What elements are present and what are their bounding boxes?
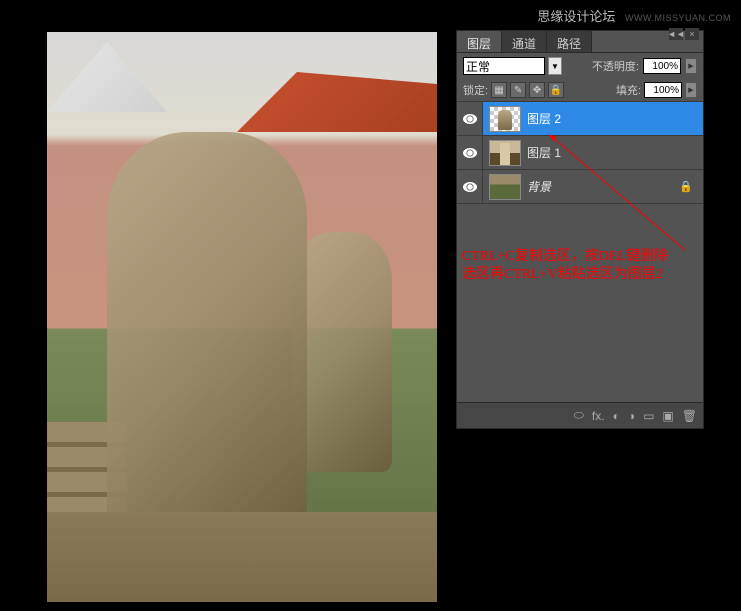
blend-mode-arrow-icon[interactable]: ▼ bbox=[548, 57, 562, 75]
fill-label: 填充: bbox=[616, 82, 641, 98]
visibility-toggle[interactable] bbox=[457, 136, 483, 169]
adjustment-layer-icon[interactable]: ◑ bbox=[628, 409, 635, 423]
fill-input[interactable] bbox=[644, 82, 682, 98]
link-layers-icon[interactable]: ⬭ bbox=[574, 408, 584, 423]
lock-all-icon[interactable]: 🔒 bbox=[548, 82, 564, 98]
lock-position-icon[interactable]: ✥ bbox=[529, 82, 545, 98]
lock-transparent-icon[interactable]: ▦ bbox=[491, 82, 507, 98]
eye-icon bbox=[463, 148, 477, 158]
scene-statue-front bbox=[107, 132, 307, 562]
fill-arrow-icon[interactable]: ▶ bbox=[685, 82, 697, 98]
layer-row[interactable]: 背景 🔒 bbox=[457, 170, 703, 204]
eye-icon bbox=[463, 114, 477, 124]
opacity-input[interactable] bbox=[643, 58, 681, 74]
annotation-line1: CTRL+C复制选区，按DEL键删除 bbox=[462, 248, 702, 266]
layer-group-icon[interactable]: ▭ bbox=[643, 409, 654, 423]
panel-blend-row: 正常 ▼ 不透明度: ▶ bbox=[457, 53, 703, 79]
scene-ground bbox=[47, 512, 437, 602]
layer-row[interactable]: 图层 1 bbox=[457, 136, 703, 170]
panel-controls: ◄◄ × bbox=[669, 28, 699, 40]
delete-layer-icon[interactable]: 🗑 bbox=[682, 409, 697, 423]
layer-fx-icon[interactable]: fx. bbox=[592, 409, 605, 423]
visibility-toggle[interactable] bbox=[457, 170, 483, 203]
layer-name[interactable]: 图层 2 bbox=[527, 110, 561, 127]
layer-name[interactable]: 背景 bbox=[527, 178, 551, 195]
panel-footer: ⬭ fx. ◐ ◑ ▭ ▣ 🗑 bbox=[457, 402, 703, 428]
layer-mask-icon[interactable]: ◐ bbox=[613, 409, 620, 423]
layers-panel: ◄◄ × 图层 通道 路径 正常 ▼ 不透明度: ▶ 锁定: ▦ ✎ ✥ 🔒 填… bbox=[456, 30, 704, 429]
tab-layers[interactable]: 图层 bbox=[457, 31, 502, 52]
lock-pixels-icon[interactable]: ✎ bbox=[510, 82, 526, 98]
annotation-line2: 选区再CTRL+V粘贴选区为图层2 bbox=[462, 266, 702, 284]
panel-collapse-icon[interactable]: ◄◄ bbox=[669, 28, 683, 40]
layer-name[interactable]: 图层 1 bbox=[527, 144, 561, 161]
tab-channels[interactable]: 通道 bbox=[502, 31, 547, 52]
opacity-label: 不透明度: bbox=[592, 58, 639, 74]
annotation-text: CTRL+C复制选区，按DEL键删除 选区再CTRL+V粘贴选区为图层2 bbox=[462, 248, 702, 284]
panel-close-icon[interactable]: × bbox=[685, 28, 699, 40]
watermark-sub: WWW.MISSYUAN.COM bbox=[625, 13, 731, 23]
opacity-arrow-icon[interactable]: ▶ bbox=[685, 58, 697, 74]
visibility-toggle[interactable] bbox=[457, 102, 483, 135]
blend-mode-select[interactable]: 正常 bbox=[463, 57, 545, 75]
watermark-main: 思缘设计论坛 bbox=[537, 9, 615, 24]
lock-icon: 🔒 bbox=[679, 180, 693, 193]
tab-paths[interactable]: 路径 bbox=[547, 31, 592, 52]
canvas-document[interactable] bbox=[47, 32, 437, 602]
watermark: 思缘设计论坛 WWW.MISSYUAN.COM bbox=[537, 6, 731, 25]
layer-row[interactable]: 图层 2 bbox=[457, 102, 703, 136]
panel-tabs: 图层 通道 路径 bbox=[457, 31, 703, 53]
panel-lock-row: 锁定: ▦ ✎ ✥ 🔒 填充: ▶ bbox=[457, 79, 703, 102]
scene-roof-tile bbox=[237, 72, 437, 132]
layer-thumbnail[interactable] bbox=[489, 140, 521, 166]
layer-thumbnail[interactable] bbox=[489, 106, 521, 132]
layer-thumbnail[interactable] bbox=[489, 174, 521, 200]
lock-label: 锁定: bbox=[463, 82, 488, 98]
eye-icon bbox=[463, 182, 477, 192]
scene-statue-rear bbox=[292, 232, 392, 472]
new-layer-icon[interactable]: ▣ bbox=[662, 409, 673, 423]
scene-roof-white bbox=[47, 42, 167, 112]
